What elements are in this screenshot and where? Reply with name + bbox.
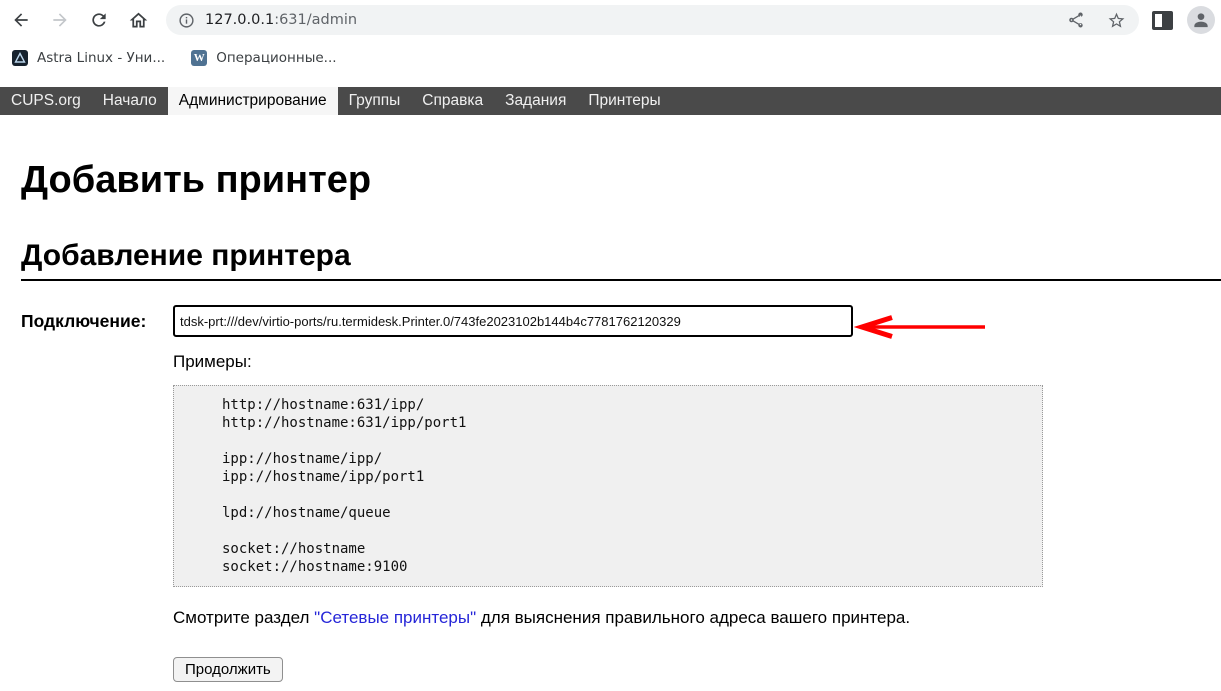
help-text: Смотрите раздел "Сетевые принтеры" для в… (173, 608, 1221, 628)
bookmarks-bar: Astra Linux - Уни... W Операционные... (0, 40, 1221, 75)
astra-logo-icon (12, 50, 28, 66)
forward-icon[interactable] (49, 9, 71, 31)
bookmark-wikipedia[interactable]: W Операционные... (191, 50, 336, 66)
url-text: 127.0.0.1:631/admin (205, 12, 357, 28)
page-title: Добавить принтер (21, 160, 1221, 201)
nav-item-printers[interactable]: Принтеры (577, 87, 671, 115)
bookmark-label: Astra Linux - Уни... (37, 50, 165, 66)
reload-icon[interactable] (88, 9, 110, 31)
back-icon[interactable] (10, 9, 32, 31)
bookmark-astra-linux[interactable]: Astra Linux - Уни... (12, 50, 165, 66)
nav-item-cups-org[interactable]: CUPS.org (0, 87, 92, 115)
continue-button[interactable]: Продолжить (173, 657, 283, 682)
wikipedia-icon: W (191, 50, 207, 66)
page-content: Добавить принтер Добавление принтера Под… (21, 160, 1221, 682)
bookmark-label: Операционные... (216, 50, 336, 66)
connection-input[interactable] (173, 305, 853, 337)
nav-item-help[interactable]: Справка (411, 87, 494, 115)
nav-item-administration[interactable]: Администрирование (168, 87, 338, 115)
network-printers-link[interactable]: "Сетевые принтеры" (314, 608, 476, 627)
nav-item-classes[interactable]: Группы (338, 87, 412, 115)
share-icon[interactable] (1065, 9, 1087, 31)
examples-label: Примеры: (173, 352, 1221, 372)
red-arrow-annotation (854, 313, 992, 346)
examples-code-block: http://hostname:631/ipp/ http://hostname… (173, 385, 1043, 587)
connection-label: Подключение: (21, 311, 173, 332)
help-text-before: Смотрите раздел (173, 608, 314, 627)
url-bar[interactable]: 127.0.0.1:631/admin (166, 5, 1139, 35)
browser-toolbar: 127.0.0.1:631/admin (0, 0, 1221, 40)
nav-item-home[interactable]: Начало (92, 87, 168, 115)
site-info-icon[interactable] (178, 12, 195, 29)
section-title: Добавление принтера (21, 239, 1221, 281)
bookmark-star-icon[interactable] (1105, 9, 1127, 31)
cups-nav-bar: CUPS.org Начало Администрирование Группы… (0, 87, 1221, 115)
help-text-after: для выяснения правильного адреса вашего … (476, 608, 910, 627)
side-panel-icon[interactable] (1152, 11, 1173, 30)
home-icon[interactable] (127, 9, 149, 31)
nav-item-jobs[interactable]: Задания (494, 87, 577, 115)
profile-avatar[interactable] (1187, 6, 1215, 34)
url-host: 127.0.0.1 (205, 12, 274, 28)
connection-row: Подключение: (21, 305, 1221, 337)
url-path: :631/admin (274, 12, 357, 28)
